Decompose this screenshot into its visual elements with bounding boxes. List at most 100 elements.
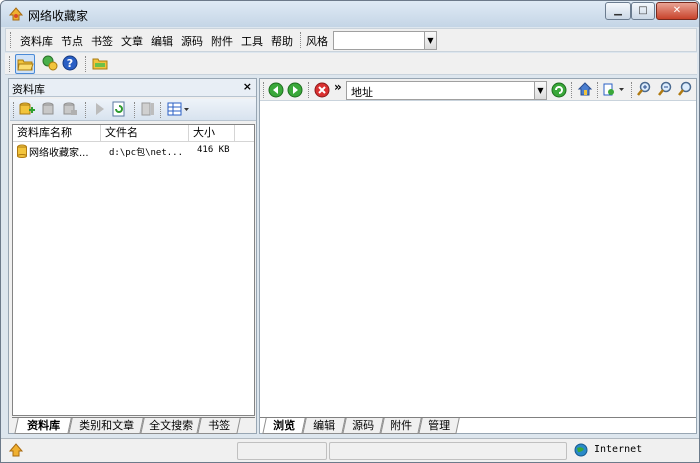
go-icon	[551, 82, 567, 98]
menu-library[interactable]: 资料库	[20, 33, 53, 49]
zoom-reset-icon	[678, 81, 692, 96]
style-label: 风格	[306, 35, 328, 48]
help-button[interactable]: ?	[61, 54, 81, 74]
column-header-file-name[interactable]: 文件名	[101, 125, 189, 142]
properties-button[interactable]	[139, 100, 159, 120]
toolbar-grip[interactable]	[10, 32, 13, 48]
tab-edit[interactable]: 编辑	[302, 418, 346, 434]
database-icon	[16, 144, 28, 158]
zoom-out-button[interactable]	[656, 80, 676, 100]
file-name-cell: d:\pc包\net...	[109, 148, 184, 158]
sync-button[interactable]	[41, 54, 61, 74]
toolbar-grip[interactable]	[85, 102, 88, 118]
grid-view-icon	[167, 102, 189, 116]
tab-manage[interactable]: 管理	[418, 418, 460, 434]
menu-attachment[interactable]: 附件	[211, 33, 233, 49]
refresh-library-button[interactable]	[110, 100, 130, 120]
dropdown-arrow-icon[interactable]: ▼	[424, 32, 436, 49]
new-database-icon	[19, 102, 35, 115]
view-mode-button[interactable]	[166, 100, 192, 120]
menu-bookmark[interactable]: 书签	[91, 33, 113, 49]
style-select[interactable]: ▼	[333, 31, 437, 50]
tab-source[interactable]: 源码	[342, 418, 384, 434]
open-folder-button[interactable]	[91, 54, 111, 74]
size-cell: 416 KB	[197, 145, 230, 155]
stop-icon	[314, 82, 330, 98]
menu-edit[interactable]: 编辑	[151, 33, 173, 49]
folder-icon	[92, 58, 108, 70]
security-zone-label: Internet	[594, 444, 643, 455]
tab-attachments[interactable]: 附件	[380, 418, 422, 434]
column-header-size[interactable]: 大小	[189, 125, 235, 142]
stop-button[interactable]	[313, 80, 333, 100]
home-icon	[577, 82, 593, 96]
menu-source[interactable]: 源码	[181, 33, 203, 49]
close-database-icon	[63, 102, 77, 115]
run-button[interactable]	[90, 100, 110, 120]
toolbar-grip[interactable]	[85, 56, 88, 72]
help-icon: ?	[62, 55, 78, 71]
maximize-button[interactable]: □	[631, 2, 655, 20]
go-button[interactable]	[550, 80, 570, 100]
zoom-reset-button[interactable]	[676, 80, 696, 100]
tab-label: 源码	[352, 419, 375, 432]
toolbar-grip[interactable]	[134, 102, 137, 118]
status-panel	[237, 442, 327, 460]
library-list[interactable]: 资料库名称 文件名 大小 网络收藏家... d:\pc包\net... 416 …	[12, 124, 255, 416]
browser-content[interactable]	[260, 102, 696, 416]
menu-help[interactable]: 帮助	[271, 33, 293, 49]
library-panel-button[interactable]	[15, 54, 35, 74]
properties-icon	[141, 102, 154, 116]
zoom-out-icon	[658, 81, 672, 96]
back-button[interactable]	[267, 80, 287, 100]
toolbar-grip[interactable]	[13, 102, 16, 118]
toolbar-grip[interactable]	[308, 82, 311, 98]
close-window-button[interactable]: ✕	[656, 2, 698, 20]
menu-tools[interactable]: 工具	[241, 33, 263, 49]
svg-text:?: ?	[67, 57, 73, 70]
new-library-button[interactable]	[18, 100, 38, 120]
toolbar-grip[interactable]	[571, 82, 574, 98]
open-library-button[interactable]	[40, 100, 60, 120]
tab-categories-articles[interactable]: 类别和文章	[68, 418, 144, 434]
play-icon	[96, 103, 104, 115]
refresh-icon	[112, 101, 125, 117]
forward-arrow-icon	[287, 82, 303, 98]
browser-tabs: 浏览 编辑 源码 附件 管理	[260, 417, 696, 434]
open-database-icon	[42, 102, 54, 115]
minimize-button[interactable]: ▁	[605, 2, 631, 20]
tab-bookmarks[interactable]: 书签	[197, 418, 241, 434]
globe-icon	[574, 443, 588, 457]
tab-library[interactable]: 资料库	[14, 418, 72, 434]
capture-menu-button[interactable]	[601, 80, 627, 100]
tab-label: 编辑	[313, 419, 336, 432]
close-panel-button[interactable]: ×	[243, 80, 252, 93]
title-bar: 网络收藏家 ▁ □ ✕	[1, 1, 699, 27]
tab-fulltext-search[interactable]: 全文搜索	[140, 418, 201, 434]
column-header-library-name[interactable]: 资料库名称	[13, 125, 101, 142]
tab-browse[interactable]: 浏览	[262, 418, 306, 434]
toolbar-grip[interactable]	[263, 82, 266, 98]
close-library-button[interactable]	[61, 100, 81, 120]
address-input[interactable]: 地址 ▼	[346, 81, 547, 100]
dropdown-arrow-icon[interactable]: ▼	[534, 82, 546, 99]
toolbar-grip[interactable]	[160, 102, 163, 118]
app-logo-icon	[8, 6, 24, 22]
zoom-in-icon	[637, 81, 651, 96]
toolbar-grip[interactable]	[9, 56, 12, 72]
library-toolbar	[10, 99, 256, 121]
more-tools-button[interactable]: »	[334, 80, 342, 94]
sync-icon	[42, 55, 58, 71]
toolbar-grip[interactable]	[300, 32, 303, 48]
toolbar-grip[interactable]	[631, 82, 634, 98]
browser-panel: » 地址 ▼ 浏览 编辑 源码 附件 管理	[259, 78, 697, 434]
tab-label: 附件	[390, 419, 413, 432]
tab-label: 类别和文章	[78, 419, 134, 432]
app-window: 网络收藏家 ▁ □ ✕ 资料库 节点 书签 文章 编辑 源码 附件 工具 帮助 …	[0, 0, 700, 463]
home-button[interactable]	[576, 80, 596, 100]
zoom-in-button[interactable]	[635, 80, 655, 100]
menu-article[interactable]: 文章	[121, 33, 143, 49]
toolbar-grip[interactable]	[597, 82, 600, 98]
forward-button[interactable]	[286, 80, 306, 100]
menu-node[interactable]: 节点	[61, 33, 83, 49]
